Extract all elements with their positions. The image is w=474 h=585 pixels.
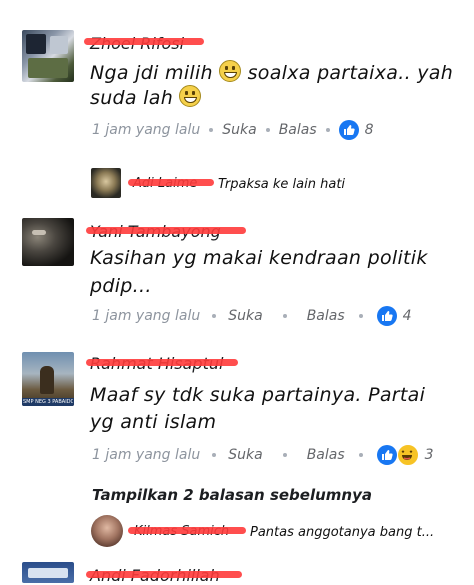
avatar[interactable]: SMP NEG 3 PABAIDO	[22, 352, 74, 406]
avatar-caption: SMP NEG 3 PABAIDO	[23, 399, 73, 405]
timestamp: 1 jam yang lalu	[92, 308, 201, 324]
avatar[interactable]	[91, 168, 121, 198]
timestamp: 1 jam yang lalu	[92, 122, 201, 138]
like-reaction-icon[interactable]	[376, 445, 397, 465]
separator-dot	[212, 314, 217, 318]
comment-meta: 1 jam yang lalu Suka Balas 3	[92, 444, 434, 466]
redaction-mark	[128, 527, 246, 534]
reaction-count: 3	[424, 447, 434, 463]
reply-text: Pantas anggotanya bang t...	[250, 525, 435, 540]
reply-text: Trpaksa ke lain hati	[218, 177, 346, 192]
reaction-count: 4	[402, 308, 412, 324]
separator-dot	[325, 128, 330, 132]
comment-text-part: suda lah	[90, 87, 174, 109]
reply-button[interactable]: Balas	[307, 308, 345, 324]
reaction-count: 8	[364, 122, 374, 138]
redaction-mark	[86, 359, 238, 366]
grin-emoji-icon	[179, 85, 202, 107]
comment-text: pdip...	[90, 275, 152, 297]
avatar[interactable]	[22, 562, 74, 583]
show-previous-replies-link[interactable]: Tampilkan 2 balasan sebelumnya	[92, 486, 372, 504]
redaction-mark	[128, 179, 214, 186]
reply-button[interactable]: Balas	[279, 122, 317, 138]
redaction-mark	[86, 227, 246, 234]
redaction-mark	[86, 571, 242, 578]
separator-dot	[358, 314, 363, 318]
avatar[interactable]	[22, 218, 74, 266]
like-button[interactable]: Suka	[222, 122, 256, 138]
comment-meta: 1 jam yang lalu Suka Balas 4	[92, 306, 412, 326]
separator-dot	[282, 314, 287, 318]
like-button[interactable]: Suka	[228, 447, 262, 463]
separator-dot	[358, 453, 363, 457]
comment-text: yg anti islam	[90, 411, 217, 433]
comment-text: suda lah	[90, 81, 202, 115]
like-reaction-icon[interactable]	[376, 306, 397, 326]
comment-text-part: soalxa partaixa.. yah	[247, 62, 454, 84]
redaction-mark	[84, 38, 204, 45]
separator-dot	[282, 453, 287, 457]
grin-emoji-icon	[219, 60, 242, 82]
like-reaction-icon[interactable]	[338, 120, 359, 140]
separator-dot	[265, 128, 270, 132]
like-button[interactable]: Suka	[228, 308, 262, 324]
separator-dot	[209, 128, 214, 132]
avatar[interactable]	[91, 515, 123, 547]
comment-meta: 1 jam yang lalu Suka Balas 8	[92, 120, 374, 140]
reply-button[interactable]: Balas	[307, 447, 345, 463]
timestamp: 1 jam yang lalu	[92, 447, 201, 463]
haha-reaction-icon[interactable]	[396, 444, 419, 466]
separator-dot	[212, 453, 217, 457]
avatar[interactable]	[22, 30, 74, 82]
